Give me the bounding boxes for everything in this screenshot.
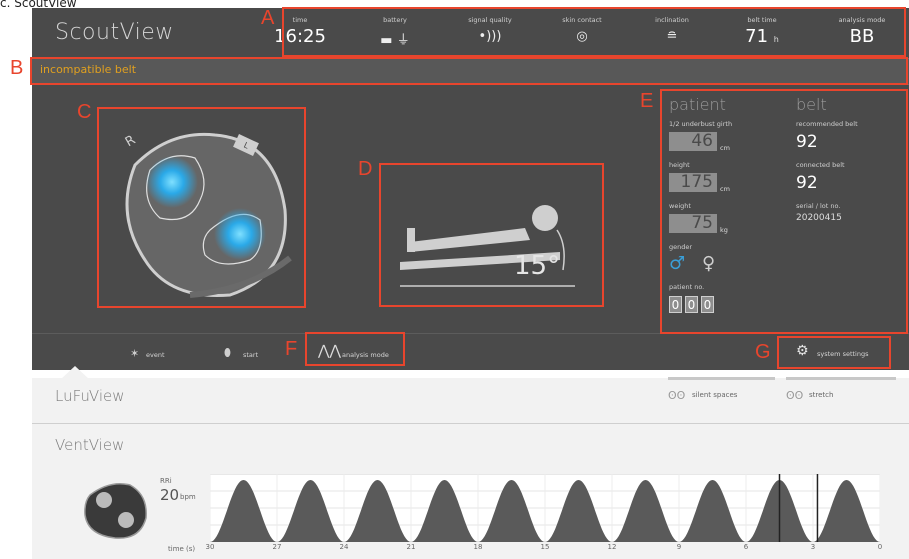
- annotation-box-c: [97, 107, 306, 308]
- stretch-bar: [786, 377, 896, 380]
- x-tick-label: 24: [339, 543, 349, 551]
- annotation-label-b: B: [10, 57, 24, 79]
- x-tick-label: 30: [205, 543, 215, 551]
- x-tick-label: 27: [272, 543, 282, 551]
- event-button[interactable]: event: [146, 351, 165, 359]
- app-title: ScoutView: [55, 20, 174, 45]
- thorax-thumbnail: [84, 483, 147, 539]
- annotation-label-e: E: [640, 90, 654, 112]
- annotation-box-e: [660, 89, 908, 334]
- x-tick-label: 6: [743, 543, 749, 551]
- rr-unit: bpm: [180, 493, 196, 501]
- x-tick-label: 15: [540, 543, 550, 551]
- rr-value: 20: [160, 486, 180, 504]
- annotation-box-g: [777, 336, 891, 369]
- annotation-label-f: F: [285, 338, 298, 360]
- x-axis-label: time (s): [168, 545, 196, 553]
- lufuview-title: LuFuView: [55, 387, 125, 405]
- active-tab-pointer: [60, 366, 90, 380]
- silent-spaces-button[interactable]: silent spaces: [692, 391, 737, 399]
- lungs-icon: ʘʘ: [786, 389, 804, 402]
- x-tick-label: 9: [676, 543, 682, 551]
- annotation-label-d: D: [358, 158, 373, 180]
- x-tick-label: 21: [406, 543, 416, 551]
- lungs-icon: ʘʘ: [668, 389, 686, 402]
- x-tick-label: 0: [877, 543, 883, 551]
- stretch-button[interactable]: stretch: [809, 391, 833, 399]
- annotation-label-a: A: [261, 7, 275, 29]
- event-icon: ✶: [130, 347, 140, 360]
- start-button[interactable]: start: [243, 351, 258, 359]
- ventview-title: VentView: [55, 436, 125, 454]
- x-tick-label: 12: [607, 543, 617, 551]
- x-tick-label: 18: [473, 543, 483, 551]
- ventilation-chart: [210, 474, 880, 542]
- annotation-box-f: [305, 332, 405, 366]
- x-tick-label: 3: [810, 543, 816, 551]
- rr-label: RRi: [160, 477, 172, 485]
- annotation-box-d: [379, 163, 604, 307]
- annotation-label-c: C: [77, 101, 92, 123]
- annotation-label-g: G: [755, 341, 771, 363]
- start-icon: ⬮: [224, 346, 231, 359]
- silent-spaces-bar: [668, 377, 775, 380]
- annotation-box-b: [30, 57, 908, 85]
- section-divider: [32, 423, 909, 424]
- annotation-box-a: [282, 7, 906, 57]
